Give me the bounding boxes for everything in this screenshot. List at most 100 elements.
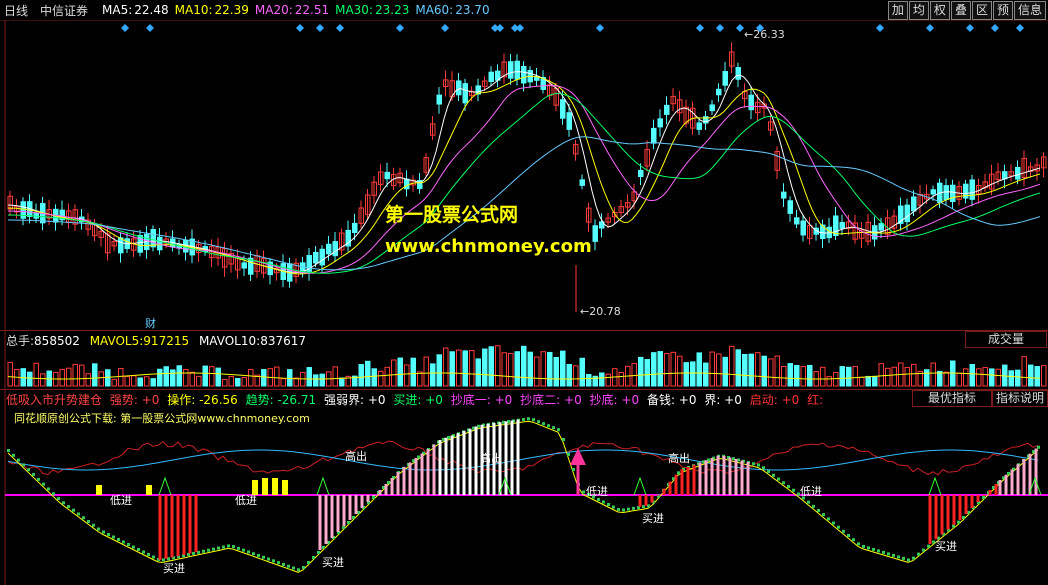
trend-dot bbox=[292, 566, 295, 570]
signal-buy: 买进 bbox=[642, 512, 664, 525]
event-diamond-icon bbox=[716, 24, 724, 32]
volume-bar bbox=[339, 377, 345, 387]
candle-body bbox=[950, 184, 956, 203]
volume-bar bbox=[865, 375, 871, 387]
trend-dot bbox=[897, 555, 900, 559]
volume-bar bbox=[371, 368, 377, 387]
volume-bar bbox=[1015, 369, 1021, 387]
period-label[interactable]: 日线 bbox=[4, 2, 28, 19]
volume-bar bbox=[40, 373, 46, 387]
volume-bar bbox=[573, 365, 579, 387]
trend-dot bbox=[262, 555, 265, 559]
indicator-help-button[interactable]: 指标说明 bbox=[992, 390, 1048, 407]
volume-bar bbox=[1041, 365, 1047, 387]
volume-bar bbox=[553, 356, 559, 387]
volume-bar bbox=[956, 372, 962, 387]
trend-dot bbox=[297, 568, 300, 572]
financial-marker[interactable]: 财 bbox=[145, 315, 156, 331]
volume-bar bbox=[976, 368, 982, 387]
volume-bar bbox=[98, 371, 104, 387]
volume-bar bbox=[332, 366, 338, 387]
candle-body bbox=[794, 217, 800, 225]
volume-bar bbox=[937, 370, 943, 387]
candle-body bbox=[657, 118, 663, 128]
trend-dot bbox=[207, 548, 210, 552]
volume-button[interactable]: 成交量 bbox=[965, 331, 1047, 348]
trend-dot bbox=[242, 548, 245, 552]
volume-bar bbox=[696, 352, 702, 387]
candle-body bbox=[352, 222, 358, 234]
forecast-tool-button[interactable]: 预 bbox=[992, 1, 1013, 20]
chart-canvas[interactable] bbox=[0, 0, 1048, 585]
trend-dot bbox=[12, 453, 15, 457]
signal-low-entry: 低进 bbox=[586, 485, 608, 498]
volume-bar bbox=[150, 378, 156, 387]
signal-high-exit: 高出 bbox=[345, 450, 367, 463]
volume-bar bbox=[859, 376, 865, 387]
trend-dot bbox=[622, 508, 625, 512]
trend-dot bbox=[152, 555, 155, 559]
stock-name: 中信证券 bbox=[40, 3, 89, 18]
volume-bar bbox=[209, 366, 215, 387]
volume-bar bbox=[631, 362, 637, 387]
volume-bar bbox=[27, 371, 33, 387]
event-diamond-icon bbox=[596, 24, 604, 32]
volume-bar bbox=[391, 359, 397, 387]
trend-dot bbox=[112, 535, 115, 539]
trend-dot bbox=[772, 473, 775, 477]
trend-dot bbox=[42, 482, 45, 486]
volume-bar bbox=[111, 378, 117, 387]
trend-dot bbox=[522, 417, 525, 421]
volume-bar bbox=[449, 351, 455, 387]
volume-bar bbox=[644, 359, 650, 387]
trend-dot bbox=[117, 538, 120, 541]
ma30-readout: MA30: 23.23 bbox=[335, 3, 410, 17]
volume-bar bbox=[404, 364, 410, 387]
add-tool-button[interactable]: 加 bbox=[887, 1, 908, 20]
average-tool-button[interactable]: 均 bbox=[908, 1, 929, 20]
volume-bar bbox=[1034, 366, 1040, 387]
trend-dot bbox=[857, 542, 860, 546]
volume-bar bbox=[417, 371, 423, 387]
trend-dot bbox=[612, 505, 615, 509]
trend-dot bbox=[627, 507, 630, 511]
overlay-tool-button[interactable]: 叠 bbox=[950, 1, 971, 20]
best-indicator-button[interactable]: 最优指标 bbox=[912, 390, 992, 407]
volume-bar bbox=[508, 352, 514, 387]
low-marker-bar bbox=[262, 478, 268, 495]
volume-bar bbox=[527, 351, 533, 387]
signal-buy: 买进 bbox=[163, 562, 185, 575]
trend-dot bbox=[767, 470, 770, 473]
range-tool-button[interactable]: 区 bbox=[971, 1, 992, 20]
volume-bar bbox=[287, 369, 293, 387]
candle-body bbox=[579, 179, 585, 186]
event-diamond-icon bbox=[926, 24, 934, 32]
volume-bar bbox=[846, 366, 852, 387]
event-diamond-icon bbox=[316, 24, 324, 32]
candle-body bbox=[462, 83, 468, 104]
volume-bar bbox=[878, 363, 884, 387]
trend-dot bbox=[22, 463, 25, 467]
rights-tool-button[interactable]: 权 bbox=[929, 1, 950, 20]
volume-bar bbox=[540, 351, 546, 387]
info-tool-button[interactable]: 信息 bbox=[1013, 1, 1046, 20]
volume-bar bbox=[599, 372, 605, 387]
candle-body bbox=[566, 112, 572, 130]
volume-bar bbox=[1028, 364, 1034, 387]
candle-body bbox=[436, 94, 442, 105]
trend-dot bbox=[607, 503, 610, 506]
candle-body bbox=[800, 220, 806, 236]
trend-dot bbox=[617, 508, 620, 511]
trend-dot bbox=[567, 453, 570, 456]
trend-dot bbox=[87, 520, 90, 523]
trend-dot bbox=[62, 501, 65, 505]
volume-bar bbox=[930, 362, 936, 387]
volume-bar bbox=[306, 367, 312, 387]
trend-dot bbox=[232, 545, 235, 549]
event-diamond-icon bbox=[1016, 24, 1024, 32]
volume-bar bbox=[735, 349, 741, 387]
trend-dot bbox=[92, 523, 95, 527]
trend-dot bbox=[37, 477, 40, 481]
candle-body bbox=[319, 248, 325, 266]
volume-bar bbox=[579, 357, 585, 387]
